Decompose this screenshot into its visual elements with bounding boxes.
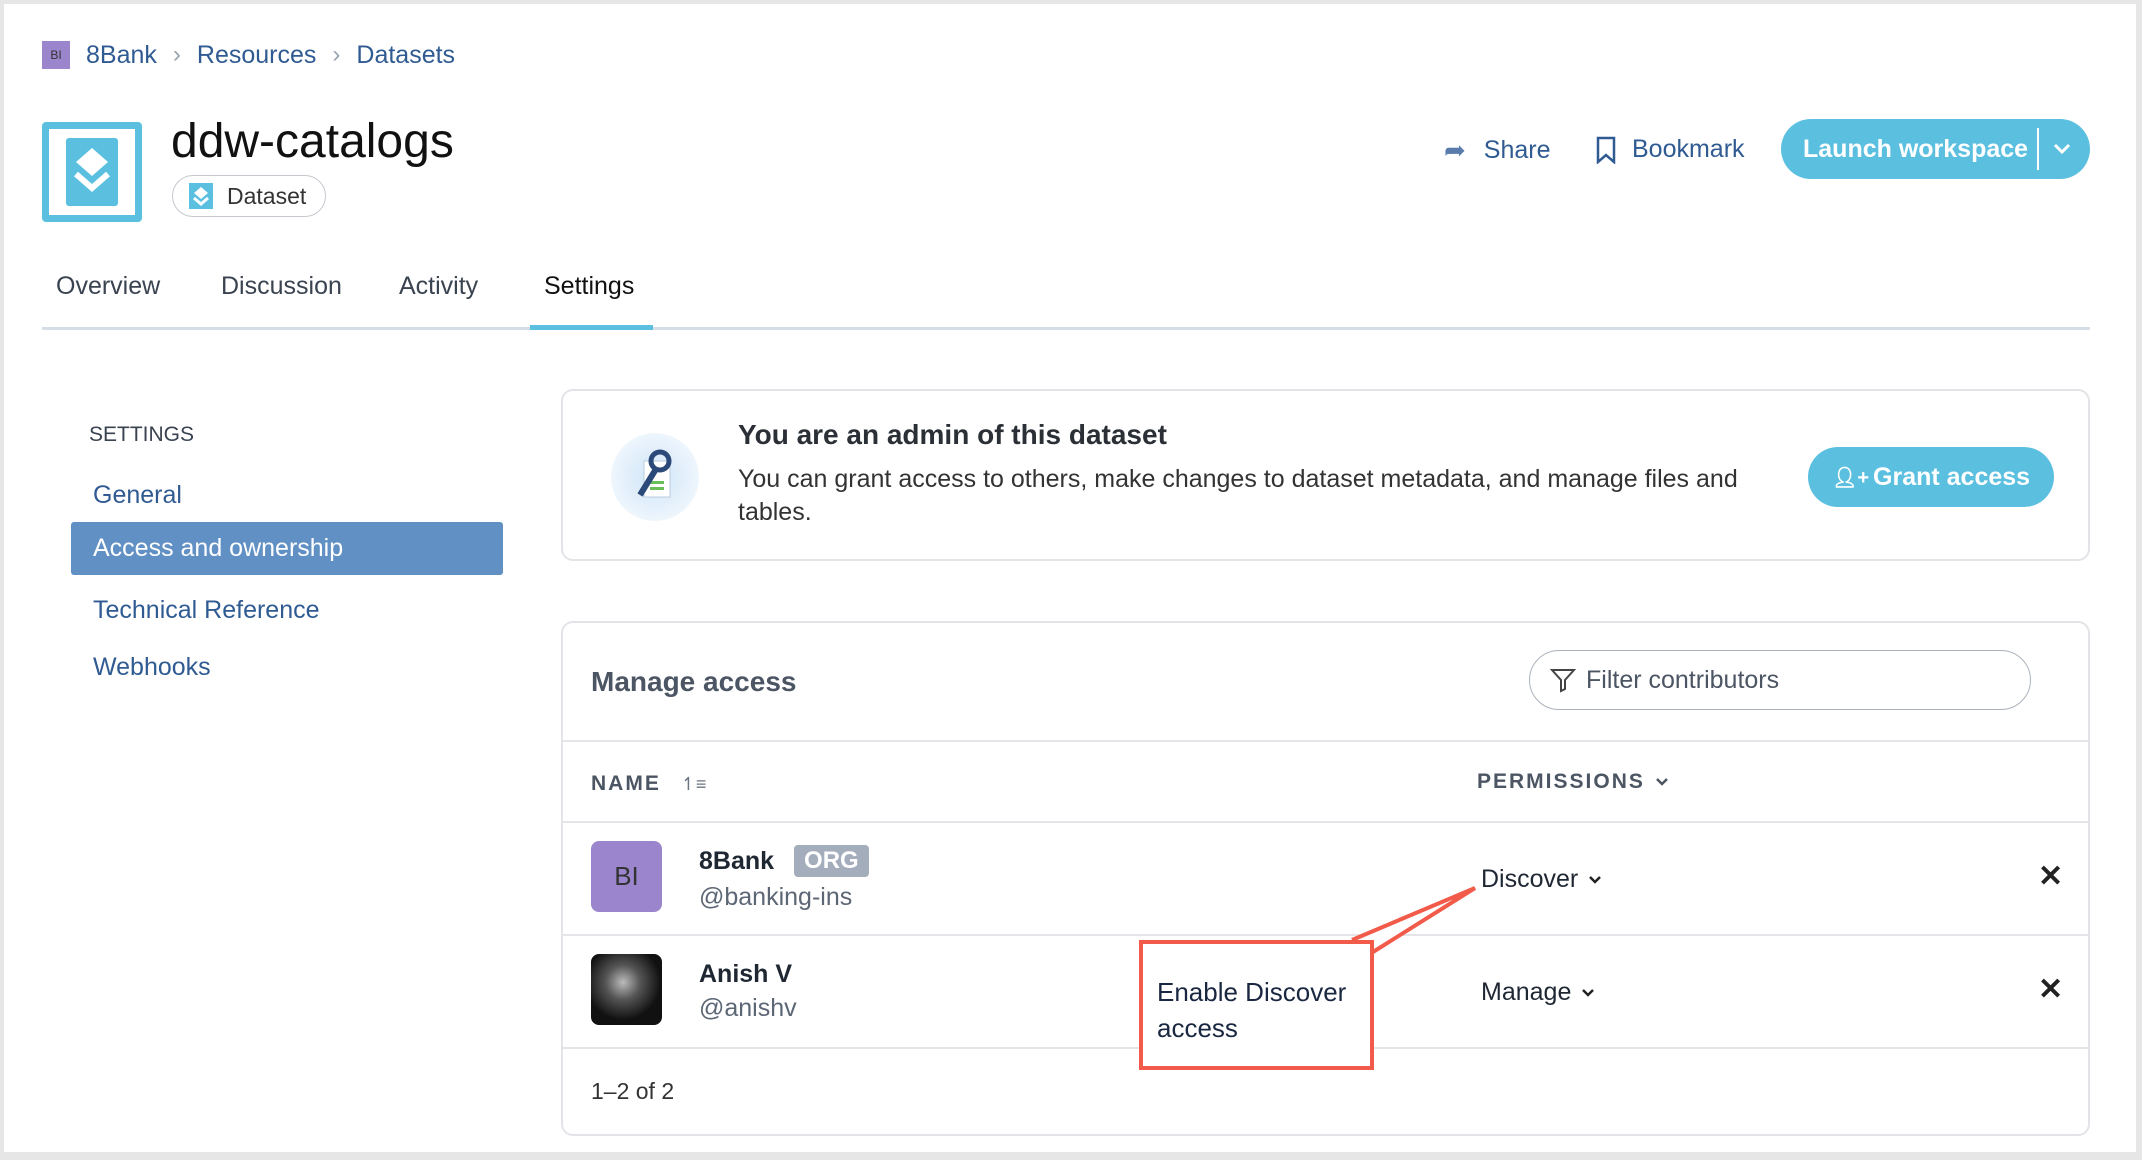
annotation-callout-box: Enable Discover access [1139,940,1374,1070]
page: BI 8Bank › Resources › Datasets ddw-cata… [4,4,2136,1152]
annotation-callout-pointer [1351,886,1477,954]
